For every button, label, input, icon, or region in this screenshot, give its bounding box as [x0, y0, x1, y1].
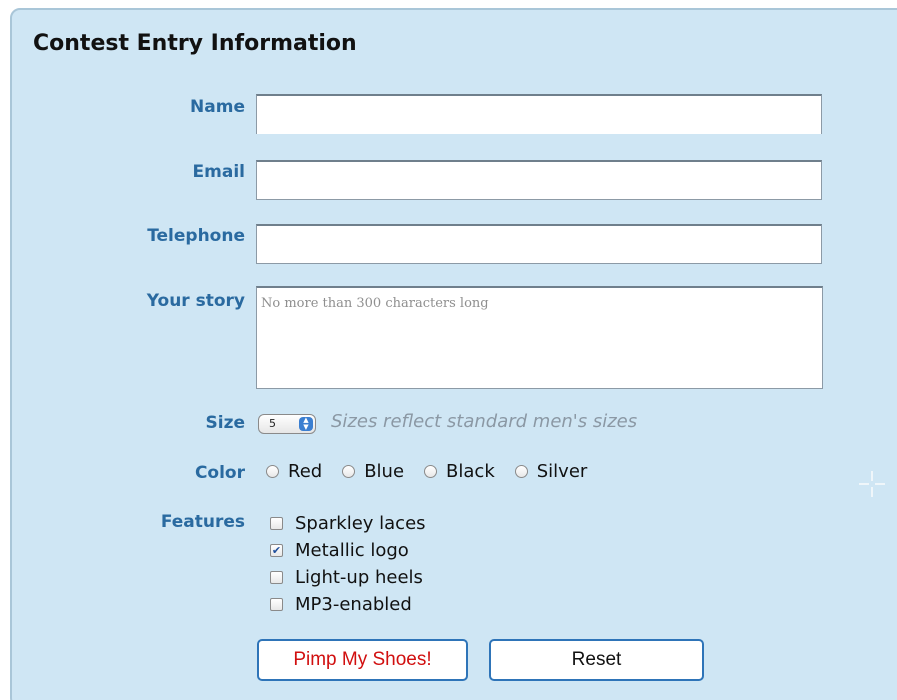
- color-radio-group: Red Blue Black Silver: [266, 461, 607, 482]
- feature-option-label: MP3-enabled: [295, 594, 412, 615]
- checkmark-icon: ✔: [271, 544, 282, 557]
- name-input[interactable]: [256, 94, 822, 134]
- feature-option-label: Sparkley laces: [295, 513, 426, 534]
- form-title: Contest Entry Information: [33, 31, 357, 56]
- submit-button[interactable]: Pimp My Shoes!: [257, 639, 468, 681]
- color-option-black[interactable]: Black: [424, 461, 495, 482]
- color-option-silver[interactable]: Silver: [514, 461, 588, 482]
- email-label: Email: [192, 162, 245, 182]
- radio-button[interactable]: [424, 465, 438, 478]
- up-down-arrows-icon: ▲ ▼: [299, 417, 313, 431]
- feature-option-metallic-logo[interactable]: ✔ Metallic logo: [270, 537, 426, 564]
- feature-option-mp3-enabled[interactable]: MP3-enabled: [270, 591, 426, 618]
- checkbox[interactable]: [270, 571, 283, 584]
- color-option-blue[interactable]: Blue: [342, 461, 404, 482]
- name-label: Name: [190, 97, 245, 117]
- crosshair-cursor-icon: [859, 471, 885, 497]
- feature-option-light-up-heels[interactable]: Light-up heels: [270, 564, 426, 591]
- reset-button[interactable]: Reset: [489, 639, 704, 681]
- color-option-label: Blue: [364, 461, 405, 482]
- radio-button[interactable]: [342, 465, 356, 478]
- size-select-value: 5: [269, 417, 276, 430]
- radio-button[interactable]: [514, 465, 528, 478]
- story-label: Your story: [146, 291, 245, 311]
- color-option-label: Black: [446, 461, 495, 482]
- color-option-red[interactable]: Red: [266, 461, 322, 482]
- checkbox[interactable]: ✔: [270, 544, 283, 557]
- color-label: Color: [194, 463, 245, 483]
- checkbox[interactable]: [270, 517, 283, 530]
- radio-button[interactable]: [266, 465, 279, 478]
- color-option-label: Red: [288, 461, 323, 482]
- features-label: Features: [160, 512, 245, 532]
- feature-option-label: Light-up heels: [295, 567, 423, 588]
- story-textarea[interactable]: [256, 286, 823, 389]
- telephone-input[interactable]: [256, 224, 822, 264]
- feature-option-label: Metallic logo: [295, 540, 409, 561]
- size-hint: Sizes reflect standard men's sizes: [331, 411, 638, 432]
- features-checkbox-group: Sparkley laces ✔ Metallic logo Light-up …: [270, 510, 426, 618]
- size-label: Size: [205, 413, 246, 433]
- email-input[interactable]: [256, 160, 822, 200]
- size-select[interactable]: 5 ▲ ▼: [258, 414, 316, 434]
- telephone-label: Telephone: [147, 226, 245, 246]
- color-option-label: Silver: [536, 461, 588, 482]
- checkbox[interactable]: [270, 598, 283, 611]
- feature-option-sparkley-laces[interactable]: Sparkley laces: [270, 510, 426, 537]
